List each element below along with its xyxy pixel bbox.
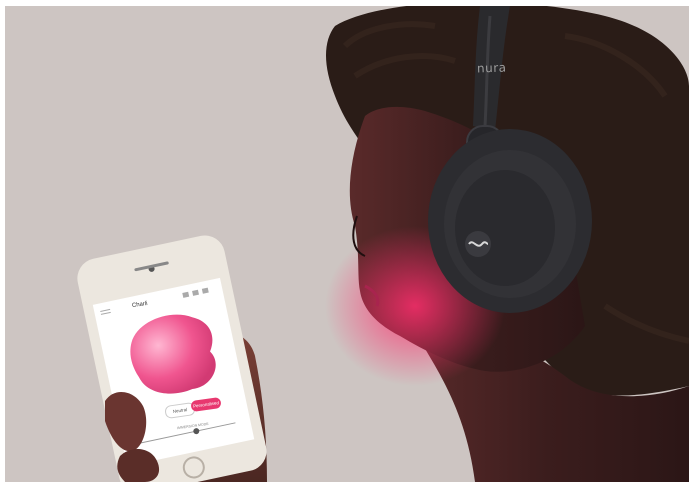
photo-frame: nura Charli Neutral Personalised IMMERSI… xyxy=(5,6,689,482)
headphone-brand: nura xyxy=(476,60,507,76)
photo-scene xyxy=(77,6,689,482)
smartphone xyxy=(77,235,267,482)
